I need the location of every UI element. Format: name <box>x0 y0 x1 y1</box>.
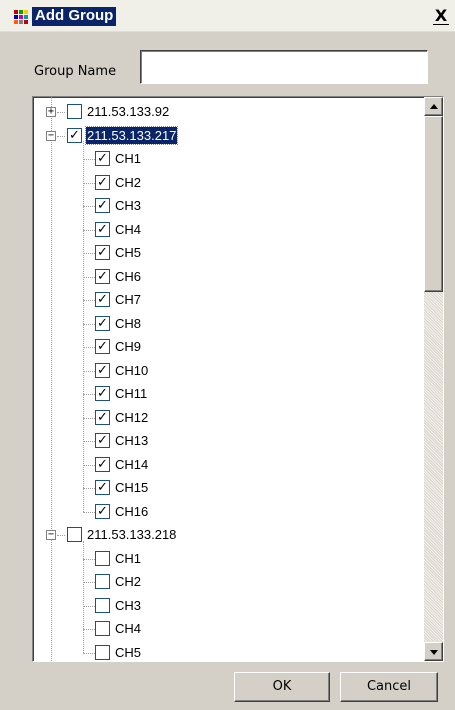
channel-label[interactable]: CH3 <box>114 597 142 614</box>
channel-label[interactable]: CH11 <box>114 385 148 402</box>
channel-checkbox[interactable]: ✓ <box>95 292 110 307</box>
tree-connector <box>83 488 95 489</box>
channel-checkbox[interactable] <box>95 644 110 660</box>
channel-checkbox[interactable]: ✓ <box>95 339 110 354</box>
tree-connector <box>83 441 95 442</box>
title-bar: Add Group X <box>0 0 455 32</box>
channel-checkbox[interactable]: ✓ <box>95 362 110 378</box>
tree-connector <box>83 370 95 372</box>
tree-connector <box>83 511 95 513</box>
channel-label[interactable]: CH15 <box>114 479 149 496</box>
channel-checkbox[interactable]: ✓ <box>95 221 110 237</box>
channel-label[interactable]: CH12 <box>114 409 149 426</box>
group-name-input[interactable] <box>140 50 428 84</box>
channel-label[interactable]: CH5 <box>114 644 142 661</box>
collapse-icon[interactable]: − <box>46 130 56 141</box>
ok-button[interactable]: OK <box>234 672 330 702</box>
tree-connector <box>83 159 95 160</box>
window-title: Add Group <box>32 7 117 26</box>
channel-label[interactable]: CH2 <box>114 573 142 590</box>
close-button[interactable]: X <box>433 7 449 25</box>
channel-checkbox[interactable]: ✓ <box>95 433 110 448</box>
channel-checkbox[interactable]: ✓ <box>95 245 110 260</box>
node-checkbox[interactable]: ✓ <box>67 127 82 143</box>
channel-label[interactable]: CH2 <box>114 174 142 191</box>
device-tree[interactable]: +211.53.133.92− ✓ 211.53.133.217 ✓ CH1 ✓ CH2 ✓ C… <box>32 96 444 662</box>
tree-connector <box>83 629 95 630</box>
tree-connector <box>57 112 65 113</box>
channel-checkbox[interactable]: ✓ <box>95 456 110 472</box>
channel-label[interactable]: CH6 <box>114 268 142 285</box>
tree-connector <box>83 605 95 607</box>
channel-label[interactable]: CH4 <box>114 620 142 637</box>
tree-node-label[interactable]: 211.53.133.217 <box>84 125 179 145</box>
node-checkbox[interactable] <box>67 527 82 542</box>
channel-label[interactable]: CH1 <box>114 550 142 567</box>
tree-connector <box>83 417 95 419</box>
channel-checkbox[interactable]: ✓ <box>95 174 110 190</box>
tree-connector <box>83 276 95 278</box>
channel-checkbox[interactable] <box>95 621 110 636</box>
channel-checkbox[interactable]: ✓ <box>95 480 110 495</box>
collapse-icon[interactable]: − <box>46 530 56 540</box>
scroll-up-button[interactable] <box>424 97 443 116</box>
channel-label[interactable]: CH7 <box>114 291 142 308</box>
down-arrow-icon <box>430 650 438 655</box>
up-arrow-icon <box>430 104 438 109</box>
channel-label[interactable]: CH14 <box>114 456 149 473</box>
tree-connector <box>83 652 95 654</box>
channel-label[interactable]: CH1 <box>114 150 142 167</box>
vertical-scrollbar[interactable] <box>424 97 443 661</box>
cancel-button[interactable]: Cancel <box>340 672 438 702</box>
channel-checkbox[interactable]: ✓ <box>95 386 110 401</box>
app-icon <box>14 10 28 24</box>
tree-content: +211.53.133.92− ✓ 211.53.133.217 ✓ CH1 ✓ CH2 ✓ C… <box>33 97 415 661</box>
channel-checkbox[interactable]: ✓ <box>95 198 110 213</box>
tree-connector <box>83 464 95 466</box>
channel-checkbox[interactable]: ✓ <box>95 151 110 166</box>
channel-label[interactable]: CH9 <box>114 338 142 355</box>
tree-connector <box>83 141 84 512</box>
tree-connector <box>83 558 95 560</box>
channel-label[interactable]: CH8 <box>114 315 142 332</box>
channel-checkbox[interactable]: ✓ <box>95 315 110 331</box>
channel-label[interactable]: CH16 <box>114 503 149 520</box>
channel-checkbox[interactable] <box>95 574 110 589</box>
node-checkbox[interactable] <box>67 104 82 119</box>
tree-connector <box>51 97 52 661</box>
tree-connector <box>83 300 95 301</box>
tree-connector <box>83 182 95 184</box>
channel-checkbox[interactable]: ✓ <box>95 503 110 519</box>
expand-icon[interactable]: + <box>46 107 56 117</box>
scroll-thumb[interactable] <box>424 116 443 292</box>
tree-node-label[interactable]: 211.53.133.218 <box>86 526 177 543</box>
tree-connector <box>83 206 95 207</box>
channel-checkbox[interactable] <box>95 550 110 566</box>
tree-connector <box>83 582 95 583</box>
tree-connector <box>83 347 95 348</box>
channel-label[interactable]: CH4 <box>114 221 142 238</box>
channel-label[interactable]: CH3 <box>114 197 142 214</box>
channel-label[interactable]: CH5 <box>114 244 142 261</box>
tree-connector <box>83 394 95 395</box>
tree-connector <box>83 540 84 653</box>
channel-label[interactable]: CH13 <box>114 432 149 449</box>
tree-connector <box>83 253 95 254</box>
tree-connector <box>57 535 65 536</box>
tree-connector <box>57 135 65 137</box>
tree-connector <box>83 229 95 231</box>
channel-checkbox[interactable]: ✓ <box>95 409 110 425</box>
tree-connector <box>83 323 95 325</box>
channel-label[interactable]: CH10 <box>114 362 149 379</box>
group-name-label: Group Name <box>34 64 117 79</box>
channel-checkbox[interactable] <box>95 597 110 613</box>
tree-node-label[interactable]: 211.53.133.92 <box>86 103 170 120</box>
channel-checkbox[interactable]: ✓ <box>95 268 110 284</box>
scroll-down-button[interactable] <box>424 642 443 661</box>
